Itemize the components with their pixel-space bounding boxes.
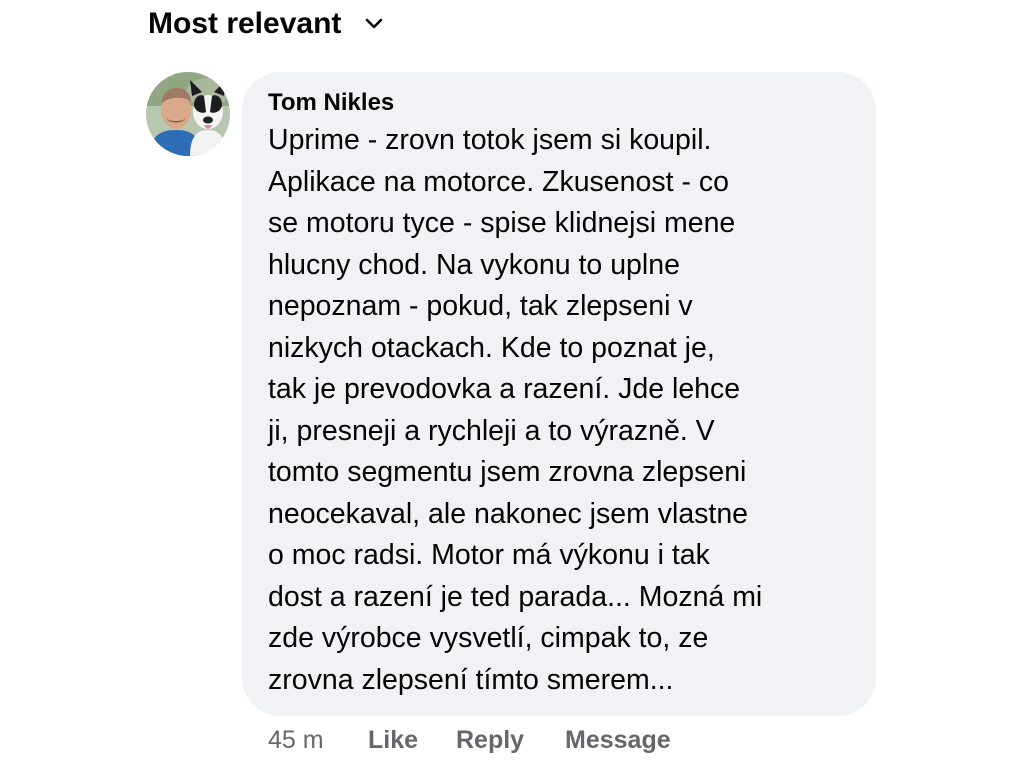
comment-text: Uprime - zrovn totok jsem si koupil. Apl…: [268, 124, 763, 696]
sort-label: Most relevant: [148, 7, 342, 40]
comment-timestamp[interactable]: 45 m: [268, 726, 368, 755]
reply-button[interactable]: Reply: [456, 726, 565, 755]
like-button[interactable]: Like: [368, 726, 456, 755]
avatar-photo-icon: [146, 72, 230, 156]
comment-author[interactable]: Tom Nikles: [268, 86, 852, 120]
sort-dropdown[interactable]: Most relevant: [148, 4, 387, 44]
message-button[interactable]: Message: [565, 726, 671, 755]
chevron-down-icon: [365, 13, 387, 35]
comments-section: Most relevant Tom Nikles Uprime - zrovn …: [0, 0, 1024, 768]
avatar[interactable]: [146, 72, 230, 156]
comment-actions: 45 m Like Reply Message: [268, 724, 671, 756]
comment-bubble: Tom Nikles Uprime - zrovn totok jsem si …: [242, 72, 876, 716]
